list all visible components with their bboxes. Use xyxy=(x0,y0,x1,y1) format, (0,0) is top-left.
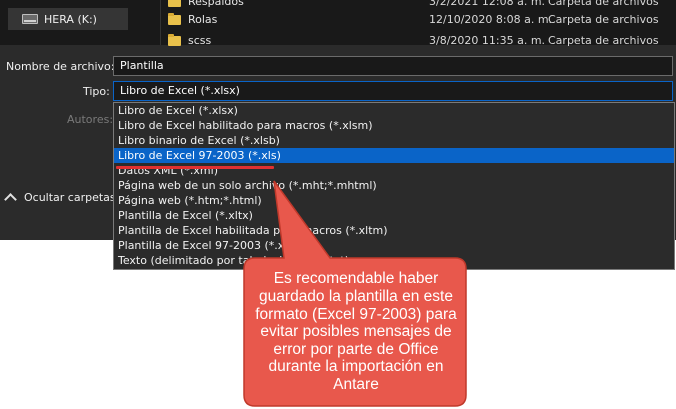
type-option[interactable]: Plantilla de Excel (*.xltx) xyxy=(114,208,674,223)
folder-icon xyxy=(168,12,181,25)
type-option[interactable]: Página web de un solo archivo (*.mht;*.m… xyxy=(114,178,674,193)
file-date: 3/2/2021 12:08 a. m. xyxy=(429,0,546,8)
authors-label: Autores: xyxy=(67,113,114,126)
drive-icon xyxy=(22,14,38,24)
file-name: Rolas xyxy=(188,13,218,26)
file-type: Carpeta de archivos xyxy=(548,13,659,26)
type-option[interactable]: Libro de Excel habilitado para macros (*… xyxy=(114,118,674,133)
drive-label: HERA (K:) xyxy=(44,12,97,26)
pane-divider[interactable] xyxy=(160,0,161,45)
file-row[interactable]: Respaldos 3/2/2021 12:08 a. m. Carpeta d… xyxy=(168,0,659,10)
type-option-selected[interactable]: Libro de Excel 97-2003 (*.xls) xyxy=(114,148,674,163)
nav-item-drive-k[interactable]: HERA (K:) xyxy=(8,8,128,30)
hide-folders-label: Ocultar carpetas xyxy=(24,191,116,204)
highlight-underline xyxy=(116,166,274,169)
callout-text: Es recomendable haber guardado la planti… xyxy=(255,270,457,393)
type-option[interactable]: Plantilla de Excel habilitada para macro… xyxy=(114,223,674,238)
hide-folders-button[interactable]: Ocultar carpetas xyxy=(4,191,116,206)
file-date: 3/8/2020 11:35 a. m. xyxy=(429,34,546,47)
type-option[interactable]: Libro binario de Excel (*.xlsb) xyxy=(114,133,674,148)
file-type: Carpeta de archivos xyxy=(548,0,659,8)
type-select[interactable]: Libro de Excel (*.xlsx) xyxy=(113,81,673,101)
file-name: Respaldos xyxy=(188,0,244,8)
file-name: scss xyxy=(188,34,212,47)
filename-input[interactable]: Plantilla xyxy=(113,56,673,76)
file-date: 12/10/2020 8:08 a. m. xyxy=(429,13,553,26)
type-option[interactable]: Libro de Excel (*.xlsx) xyxy=(114,103,674,118)
file-row[interactable]: Rolas 12/10/2020 8:08 a. m. Carpeta de a… xyxy=(168,11,659,28)
filename-label: Nombre de archivo: xyxy=(6,60,115,73)
file-row[interactable]: scss 3/8/2020 11:35 a. m. Carpeta de arc… xyxy=(168,32,659,49)
type-label: Tipo: xyxy=(83,85,110,98)
folder-icon xyxy=(168,33,181,46)
type-option[interactable]: Plantilla de Excel 97-2003 (*.xlt) xyxy=(114,238,674,253)
type-dropdown-list[interactable]: Libro de Excel (*.xlsx) Libro de Excel h… xyxy=(113,102,675,270)
navigation-pane: HERA (K:) xyxy=(0,0,160,45)
folder-icon xyxy=(168,0,181,7)
file-type: Carpeta de archivos xyxy=(548,34,659,47)
type-option[interactable]: Página web (*.htm;*.html) xyxy=(114,193,674,208)
chevron-up-icon xyxy=(4,192,17,206)
